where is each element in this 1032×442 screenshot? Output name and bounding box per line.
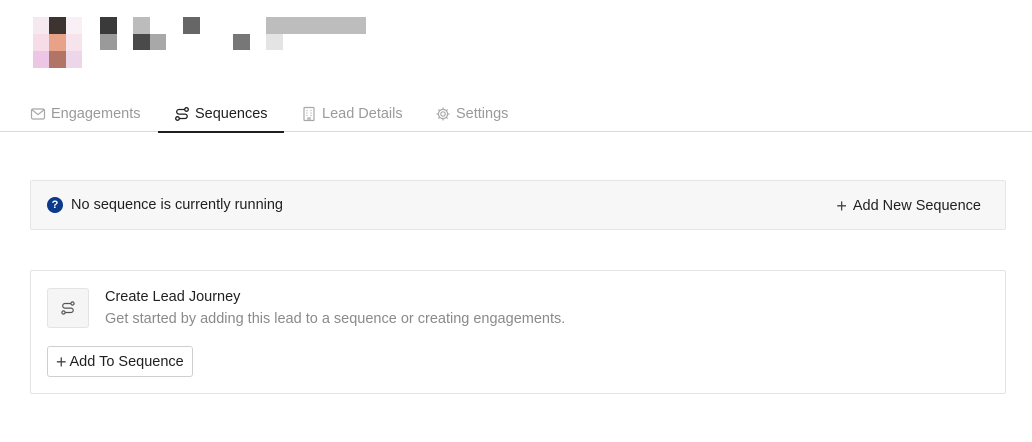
sequence-icon (175, 107, 189, 121)
tab-lead-details[interactable]: Lead Details (301, 96, 403, 132)
tab-label: Engagements (51, 106, 141, 122)
tab-settings[interactable]: Settings (435, 96, 508, 132)
sequence-icon (61, 301, 75, 315)
journey-subtitle: Get started by adding this lead to a seq… (105, 311, 566, 327)
journey-icon-box (47, 288, 89, 328)
status-message: No sequence is currently running (71, 197, 283, 213)
plus-icon: + (836, 196, 847, 216)
help-icon: ? (47, 197, 63, 213)
tab-label: Sequences (195, 106, 268, 122)
add-to-sequence-button[interactable]: + Add To Sequence (47, 346, 193, 377)
sequence-status-banner: ? No sequence is currently running + Add… (30, 180, 1006, 230)
lead-journey-card: Create Lead Journey Get started by addin… (30, 270, 1006, 394)
plus-icon: + (56, 351, 67, 372)
tab-bar: Engagements Sequences Lead Details Setti… (0, 96, 1032, 133)
add-new-sequence-label: Add New Sequence (852, 198, 981, 214)
gear-icon (436, 107, 450, 121)
tab-label: Settings (456, 106, 509, 122)
journey-title: Create Lead Journey (105, 289, 241, 305)
add-new-sequence-button[interactable]: + Add New Sequence (836, 195, 981, 217)
tab-label: Lead Details (322, 106, 403, 122)
lead-header (0, 0, 1032, 80)
tab-engagements[interactable]: Engagements (30, 96, 140, 132)
building-icon (303, 106, 315, 122)
tab-sequences[interactable]: Sequences (158, 96, 284, 133)
add-to-sequence-label: Add To Sequence (69, 353, 184, 370)
mail-icon (30, 108, 46, 120)
